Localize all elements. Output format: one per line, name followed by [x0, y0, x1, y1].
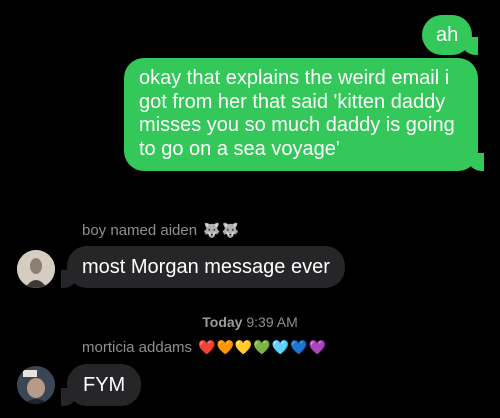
message-text: most Morgan message ever — [82, 256, 330, 278]
message-text: ah — [436, 24, 459, 46]
sender-name: boy named aiden 🐺🐺 — [82, 222, 240, 239]
sent-message-bubble[interactable]: ah — [422, 15, 479, 55]
sender-name: morticia addams ❤️🧡💛💚🩵💙💜 — [82, 339, 327, 356]
heart-emoji-icon: ❤️🧡💛💚🩵💙💜 — [198, 339, 328, 355]
sender-name-label: morticia addams — [82, 339, 193, 356]
message-text: okay that explains the weird email i got… — [139, 67, 455, 160]
received-message-bubble[interactable]: FYM — [60, 364, 142, 406]
message-text: FYM — [83, 374, 126, 396]
timestamp: Today 9:39 AM — [0, 314, 500, 330]
timestamp-time: 9:39 AM — [246, 314, 298, 330]
avatar[interactable] — [17, 366, 55, 404]
timestamp-day: Today — [202, 314, 243, 330]
person-photo-icon — [17, 250, 55, 288]
person-photo-icon — [17, 366, 55, 404]
avatar[interactable] — [17, 250, 55, 288]
wolf-emoji-icon: 🐺🐺 — [203, 222, 240, 238]
sent-message-bubble[interactable]: okay that explains the weird email i got… — [124, 58, 484, 171]
sender-name-label: boy named aiden — [82, 222, 198, 239]
received-message-bubble[interactable]: most Morgan message ever — [61, 246, 345, 288]
